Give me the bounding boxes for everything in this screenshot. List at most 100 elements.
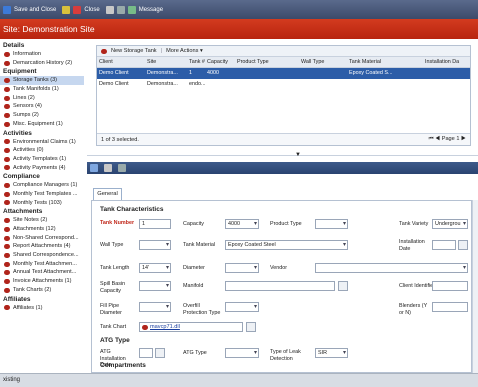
sidebar-item[interactable]: Sensors (4) — [0, 102, 84, 111]
sidebar-item[interactable]: Compliance Managers (1) — [0, 181, 84, 190]
fill-pipe-label: Fill Pipe Diameter — [100, 303, 122, 316]
sidebar-item[interactable]: Lines (2) — [0, 94, 84, 103]
tool-icon — [105, 5, 114, 14]
item-icon — [4, 270, 10, 276]
sidebar-item[interactable]: Activity Templates (1) — [0, 155, 84, 164]
tank-length-select[interactable]: 14' — [139, 263, 171, 273]
installation-date-field[interactable] — [432, 240, 456, 250]
sidebar-item[interactable]: Activity Payments (4) — [0, 164, 84, 173]
client-identifier-field[interactable] — [432, 281, 468, 291]
item-icon — [4, 148, 10, 154]
grid-footer: 1 of 3 selected. ⏮ ◀ Page 1 ▶ — [97, 133, 470, 145]
save-close-button[interactable]: Save and Close — [3, 5, 57, 14]
close-button[interactable]: Close — [62, 5, 100, 14]
item-icon — [4, 244, 10, 250]
more-actions-button[interactable]: More Actions ▾ — [166, 48, 203, 54]
sidebar-item[interactable]: Attachments (12) — [0, 225, 84, 234]
tank-material-select[interactable]: Epoxy Coated Steel — [225, 240, 348, 250]
attach-detail-icon[interactable] — [118, 164, 126, 172]
grid-column-header[interactable]: Wall Type — [299, 57, 347, 67]
atg-calendar-icon[interactable] — [155, 348, 165, 358]
fill-pipe-select[interactable] — [139, 302, 171, 312]
tank-chart-browse-icon[interactable] — [246, 322, 256, 332]
splitter-handle[interactable]: ▼ — [87, 152, 478, 159]
tab-general[interactable]: General — [93, 188, 122, 200]
item-icon — [4, 305, 10, 311]
sidebar-item-label: Tank Charts (2) — [13, 286, 52, 293]
diameter-select[interactable] — [225, 263, 259, 273]
wall-type-select[interactable] — [139, 240, 171, 250]
sidebar-item[interactable]: Environmental Claims (1) — [0, 138, 84, 147]
sidebar-item[interactable]: Shared Correspondence... — [0, 251, 84, 260]
sidebar-item[interactable]: Tank Manifolds (1) — [0, 85, 84, 94]
grid-column-header[interactable]: Client — [97, 57, 145, 67]
grid-column-header[interactable]: Tank # — [187, 57, 205, 67]
sidebar-item[interactable]: Invoice Attachments (1) — [0, 277, 84, 286]
item-icon — [4, 104, 10, 110]
grid-column-header[interactable]: Tank Material — [347, 57, 423, 67]
save-detail-icon[interactable] — [90, 164, 98, 172]
leak-detection-select[interactable]: SIR — [315, 348, 348, 358]
calendar-icon[interactable] — [458, 240, 468, 250]
item-icon — [4, 112, 10, 118]
form-scrollbar[interactable] — [472, 200, 478, 373]
atg-type-select[interactable] — [225, 348, 259, 358]
sidebar-item[interactable]: Tank Charts (2) — [0, 286, 84, 295]
next-page-icon[interactable]: ▶ — [459, 136, 466, 142]
overfill-select[interactable] — [225, 302, 259, 312]
tank-chart-link-text[interactable]: mavcp71.dll — [150, 324, 180, 330]
vendor-select[interactable] — [315, 263, 468, 273]
blenders-field[interactable] — [432, 302, 468, 312]
sidebar-item[interactable]: Information — [0, 50, 84, 59]
product-type-select[interactable] — [315, 219, 348, 229]
tank-chart-link[interactable]: mavcp71.dll — [142, 324, 180, 330]
table-row[interactable]: Demo Client Demonstra... endo... — [97, 79, 470, 90]
capacity-select[interactable]: 4000 — [225, 219, 259, 229]
tank-number-label: Tank Number — [100, 220, 135, 226]
new-storage-tank-button[interactable]: New Storage Tank — [111, 48, 157, 54]
sidebar-item[interactable]: Activities (0) — [0, 146, 84, 155]
item-icon — [4, 95, 10, 101]
grid-column-header[interactable]: Product Type — [235, 57, 299, 67]
sidebar-item[interactable]: Demarcation History (2) — [0, 59, 84, 68]
manifold-field[interactable] — [225, 281, 335, 291]
atg-installation-field[interactable] — [139, 348, 153, 358]
table-cell — [299, 68, 347, 79]
sidebar-item[interactable]: Monthly Tests (103) — [0, 199, 84, 208]
pager[interactable]: ⏮ ◀ Page 1 ▶ — [429, 136, 466, 143]
section-compartments: Compartments — [100, 362, 146, 369]
grid-column-header[interactable]: Capacity — [205, 57, 235, 67]
table-cell: Demo Client — [99, 81, 129, 87]
first-page-icon[interactable]: ⏮ ◀ — [429, 136, 442, 142]
item-icon — [4, 235, 10, 241]
sidebar-item-label: Information — [13, 51, 41, 57]
sidebar-item[interactable]: Misc. Equipment (1) — [0, 120, 84, 129]
save-close-label: Save and Close — [14, 6, 57, 13]
sidebar-item[interactable]: Report Attachments (4) — [0, 242, 84, 251]
sidebar-item[interactable]: Monthly Test Attachmen... — [0, 260, 84, 269]
tool-detail-icon[interactable] — [104, 164, 112, 172]
sidebar-item[interactable]: Non-Shared Correspond... — [0, 234, 84, 243]
close-label: Close — [84, 6, 100, 13]
sidebar-item[interactable]: Monthly Test Templates ... — [0, 190, 84, 199]
folder-icon — [62, 5, 71, 14]
table-row[interactable]: Demo Client Demonstra... 1 4000 Epoxy Coated… — [97, 68, 470, 79]
tank-chart-label: Tank Chart — [100, 324, 127, 330]
grid-column-header[interactable]: Installation Da — [423, 57, 465, 67]
sidebar-item[interactable]: Affiliates (1) — [0, 304, 84, 313]
attachment-icon — [142, 324, 148, 330]
sidebar-item[interactable]: Storage Tanks (3) — [0, 76, 84, 86]
item-icon — [4, 183, 10, 189]
tank-form: Tank Characteristics Tank Number 1 Capac… — [91, 200, 472, 373]
message-button[interactable]: Message — [105, 5, 163, 14]
sidebar-item[interactable]: Site Notes (2) — [0, 216, 84, 225]
sidebar-item[interactable]: Annual Test Attachment... — [0, 268, 84, 277]
sidebar-item[interactable]: Sumps (2) — [0, 111, 84, 120]
grid-column-header[interactable]: Site — [145, 57, 187, 67]
manifold-browse-icon[interactable] — [338, 281, 348, 291]
manifold-label: Manifold — [183, 283, 204, 289]
tank-variety-select[interactable]: Undergrou — [432, 219, 468, 229]
spill-basin-select[interactable] — [139, 281, 171, 291]
sidebar-item-label: Sumps (2) — [13, 112, 39, 119]
tank-number-field[interactable]: 1 — [139, 219, 171, 229]
